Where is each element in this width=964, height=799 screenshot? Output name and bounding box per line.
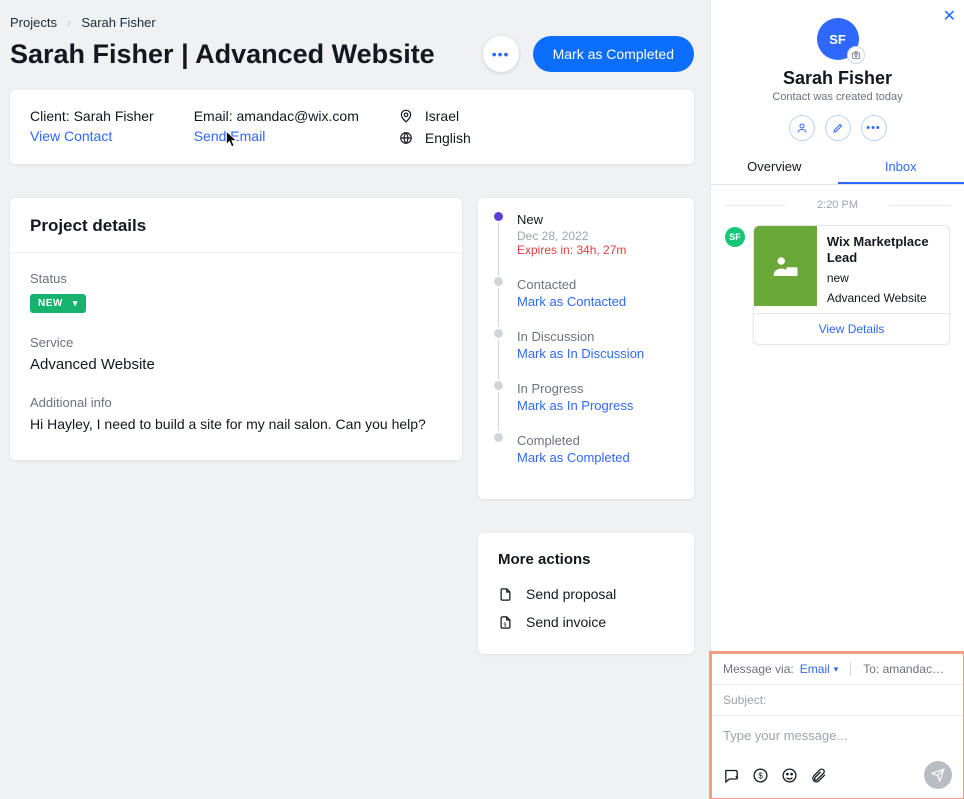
lead-status: new: [827, 271, 939, 285]
attachment-icon[interactable]: [810, 767, 827, 784]
chevron-down-icon: ▾: [73, 298, 78, 309]
page-title: Sarah Fisher | Advanced Website: [10, 39, 483, 70]
breadcrumb-root[interactable]: Projects: [10, 15, 57, 30]
tab-inbox[interactable]: Inbox: [838, 151, 964, 184]
avatar[interactable]: SF: [817, 18, 859, 60]
mark-progress-link[interactable]: Mark as In Progress: [517, 398, 633, 413]
mark-completed-link[interactable]: Mark as Completed: [517, 450, 630, 465]
lead-icon: [754, 226, 817, 306]
time-separator: 2:20 PM: [725, 199, 950, 211]
client-country: Israel: [425, 108, 459, 124]
invoice-icon: $: [498, 615, 514, 630]
ellipsis-icon: •••: [492, 46, 510, 62]
additional-info-value: Hi Hayley, I need to build a site for my…: [30, 416, 442, 432]
breadcrumb-current: Sarah Fisher: [81, 15, 155, 30]
lead-title: Wix Marketplace Lead: [827, 234, 939, 265]
chevron-right-icon: ›: [67, 15, 71, 30]
timeline-step-progress: In Progress Mark as In Progress: [494, 381, 678, 433]
send-invoice-action[interactable]: $ Send invoice: [498, 608, 674, 636]
contact-name: Sarah Fisher: [711, 68, 964, 89]
client-summary-card: Client: Sarah Fisher View Contact Email:…: [10, 90, 694, 164]
project-details-heading: Project details: [30, 216, 442, 236]
compose-area: Message via: Email ▾ To: amandac… Subjec…: [711, 653, 964, 799]
service-value: Advanced Website: [30, 356, 442, 373]
more-options-button[interactable]: •••: [483, 36, 519, 72]
contact-sub: Contact was created today: [711, 91, 964, 103]
contact-side-panel: ✕ SF Sarah Fisher Contact was created to…: [710, 0, 964, 799]
camera-icon[interactable]: [847, 46, 865, 64]
close-panel-button[interactable]: ✕: [943, 6, 956, 26]
message-body-input[interactable]: Type your message...: [711, 716, 964, 755]
location-icon: [399, 109, 415, 123]
timeline-step-new: New Dec 28, 2022 Expires in: 34h, 27m: [494, 212, 678, 277]
timeline-step-discussion: In Discussion Mark as In Discussion: [494, 329, 678, 381]
compose-to[interactable]: To: amandac…: [863, 662, 952, 676]
project-details-card: Project details Status NEW ▾ Service Adv…: [10, 198, 462, 460]
lead-service: Advanced Website: [827, 291, 939, 305]
contact-action-more[interactable]: •••: [861, 115, 887, 141]
message-via-label: Message via:: [723, 662, 794, 676]
status-timeline: New Dec 28, 2022 Expires in: 34h, 27m Co…: [478, 198, 694, 499]
tab-overview[interactable]: Overview: [711, 151, 838, 184]
timeline-step-completed: Completed Mark as Completed: [494, 433, 678, 485]
saved-replies-icon[interactable]: [723, 767, 740, 784]
send-proposal-action[interactable]: Send proposal: [498, 580, 674, 608]
breadcrumb: Projects › Sarah Fisher: [10, 15, 694, 30]
view-contact-link[interactable]: View Contact: [30, 128, 154, 144]
send-email-link[interactable]: Send Email: [194, 128, 359, 144]
mark-contacted-link[interactable]: Mark as Contacted: [517, 294, 626, 309]
status-badge[interactable]: NEW ▾: [30, 294, 86, 313]
client-label: Client: Sarah Fisher: [30, 108, 154, 124]
service-label: Service: [30, 335, 442, 350]
lead-card: Wix Marketplace Lead new Advanced Websit…: [753, 225, 950, 345]
channel-selector[interactable]: Email ▾: [800, 662, 839, 676]
client-email: Email: amandac@wix.com: [194, 108, 359, 124]
more-actions-heading: More actions: [498, 551, 674, 568]
send-button[interactable]: [924, 761, 952, 789]
emoji-icon[interactable]: [781, 767, 798, 784]
svg-text:$: $: [758, 771, 763, 780]
globe-icon: [399, 131, 415, 145]
svg-text:$: $: [504, 622, 507, 628]
status-label: Status: [30, 271, 442, 286]
payment-icon[interactable]: $: [752, 767, 769, 784]
more-actions-card: More actions Send proposal $ Send invoic…: [478, 533, 694, 654]
mark-completed-button[interactable]: Mark as Completed: [533, 36, 694, 72]
timeline-step-contacted: Contacted Mark as Contacted: [494, 277, 678, 329]
document-icon: [498, 587, 514, 602]
additional-info-label: Additional info: [30, 395, 442, 410]
contact-action-edit[interactable]: [825, 115, 851, 141]
chevron-down-icon: ▾: [834, 664, 839, 675]
mark-discussion-link[interactable]: Mark as In Discussion: [517, 346, 644, 361]
contact-action-profile[interactable]: [789, 115, 815, 141]
view-details-link[interactable]: View Details: [754, 313, 949, 344]
message-avatar: SF: [725, 227, 745, 247]
subject-input[interactable]: Subject:: [711, 685, 964, 716]
client-language: English: [425, 130, 471, 146]
